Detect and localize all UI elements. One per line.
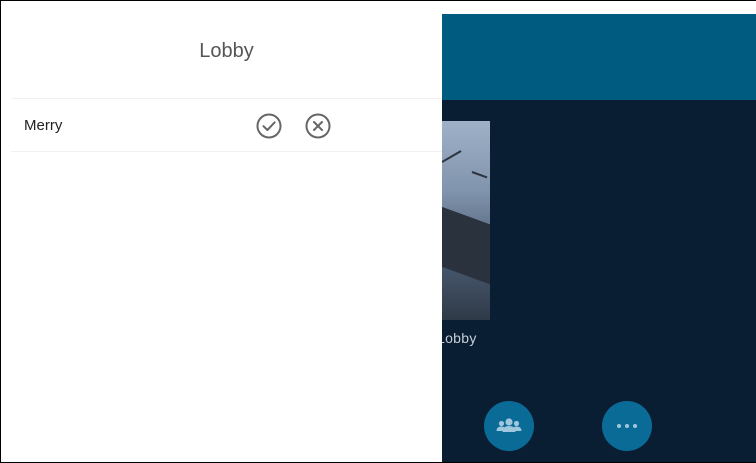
lobby-title: Lobby	[199, 40, 254, 62]
video-content-detail	[471, 171, 488, 179]
more-options-button[interactable]	[602, 401, 652, 451]
video-content-detail	[442, 150, 462, 163]
window-frame: Lobby Lobby Merry	[0, 0, 756, 463]
meeting-header-bar	[442, 14, 756, 100]
participant-video-tile[interactable]	[442, 121, 490, 320]
admit-button[interactable]	[256, 113, 282, 139]
video-tile-caption: Lobby	[442, 330, 477, 346]
check-circle-icon	[256, 113, 282, 139]
deny-button[interactable]	[305, 113, 331, 139]
more-icon	[617, 424, 637, 428]
video-content-detail	[442, 203, 490, 289]
lobby-participant-row: Merry	[11, 98, 442, 152]
people-icon	[496, 418, 522, 432]
x-circle-icon	[305, 113, 331, 139]
meeting-stage: Lobby	[442, 14, 756, 462]
people-button[interactable]	[484, 401, 534, 451]
participant-name: Merry	[24, 117, 63, 134]
lobby-panel: Lobby Merry	[11, 14, 442, 462]
